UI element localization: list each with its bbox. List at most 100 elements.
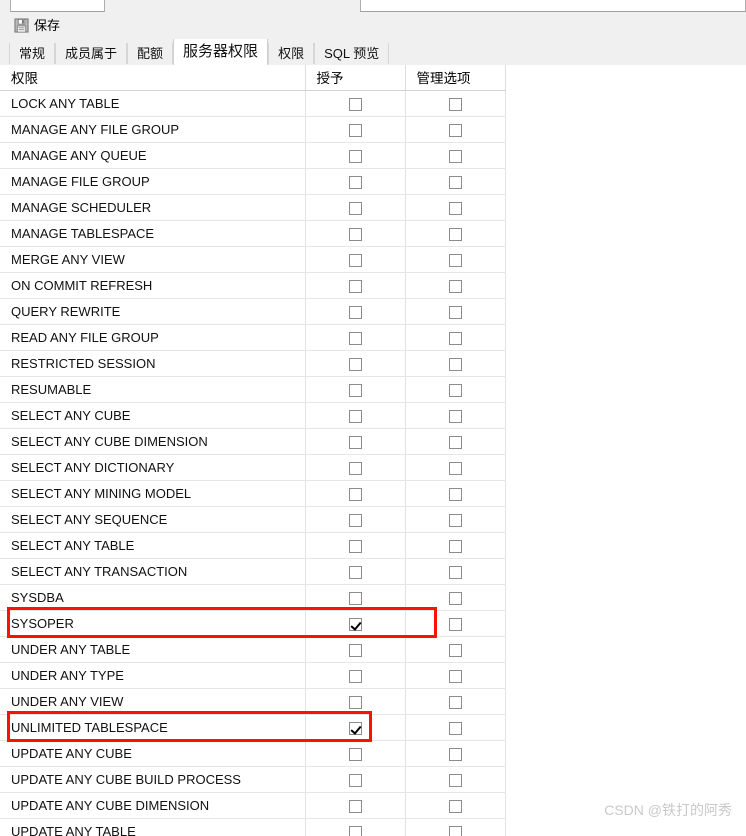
- grant-checkbox-cell[interactable]: [305, 506, 406, 533]
- grant-checkbox[interactable]: [348, 617, 362, 631]
- table-row[interactable]: MERGE ANY VIEW: [0, 246, 506, 273]
- tab-3[interactable]: 服务器权限: [173, 39, 269, 65]
- grant-checkbox[interactable]: [348, 643, 362, 657]
- admin-option-checkbox[interactable]: [448, 643, 462, 657]
- admin-option-checkbox-cell[interactable]: [405, 792, 506, 819]
- grant-checkbox-cell[interactable]: [305, 610, 406, 637]
- admin-option-checkbox-cell[interactable]: [405, 298, 506, 325]
- grant-checkbox-cell[interactable]: [305, 532, 406, 559]
- grant-checkbox[interactable]: [348, 409, 362, 423]
- grant-checkbox[interactable]: [348, 123, 362, 137]
- grant-checkbox[interactable]: [348, 721, 362, 735]
- grant-checkbox-cell[interactable]: [305, 688, 406, 715]
- grant-checkbox-cell[interactable]: [305, 428, 406, 455]
- admin-option-checkbox-cell[interactable]: [405, 116, 506, 143]
- grant-checkbox[interactable]: [348, 331, 362, 345]
- admin-option-checkbox-cell[interactable]: [405, 506, 506, 533]
- table-row[interactable]: UPDATE ANY CUBE DIMENSION: [0, 792, 506, 819]
- table-row[interactable]: MANAGE TABLESPACE: [0, 220, 506, 247]
- grant-checkbox[interactable]: [348, 461, 362, 475]
- tab-2[interactable]: 配额: [127, 43, 174, 65]
- table-row[interactable]: UNLIMITED TABLESPACE: [0, 714, 506, 741]
- grant-checkbox-cell[interactable]: [305, 818, 406, 836]
- grant-checkbox[interactable]: [348, 487, 362, 501]
- grant-checkbox-cell[interactable]: [305, 168, 406, 195]
- grant-checkbox[interactable]: [348, 201, 362, 215]
- admin-option-checkbox[interactable]: [448, 123, 462, 137]
- admin-option-checkbox[interactable]: [448, 773, 462, 787]
- admin-option-checkbox[interactable]: [448, 279, 462, 293]
- grant-checkbox[interactable]: [348, 383, 362, 397]
- grant-checkbox[interactable]: [348, 305, 362, 319]
- grant-checkbox-cell[interactable]: [305, 350, 406, 377]
- grant-checkbox-cell[interactable]: [305, 636, 406, 663]
- admin-option-checkbox[interactable]: [448, 149, 462, 163]
- table-row[interactable]: READ ANY FILE GROUP: [0, 324, 506, 351]
- admin-option-checkbox[interactable]: [448, 227, 462, 241]
- grant-checkbox-cell[interactable]: [305, 662, 406, 689]
- admin-option-checkbox[interactable]: [448, 669, 462, 683]
- grant-checkbox-cell[interactable]: [305, 116, 406, 143]
- admin-option-checkbox[interactable]: [448, 799, 462, 813]
- admin-option-checkbox[interactable]: [448, 591, 462, 605]
- admin-option-checkbox-cell[interactable]: [405, 688, 506, 715]
- tab-5[interactable]: SQL 预览: [314, 43, 390, 65]
- admin-option-checkbox[interactable]: [448, 747, 462, 761]
- admin-option-checkbox-cell[interactable]: [405, 168, 506, 195]
- admin-option-checkbox-cell[interactable]: [405, 142, 506, 169]
- grant-checkbox[interactable]: [348, 565, 362, 579]
- table-row[interactable]: SELECT ANY TABLE: [0, 532, 506, 559]
- grant-checkbox[interactable]: [348, 773, 362, 787]
- admin-option-checkbox[interactable]: [448, 357, 462, 371]
- table-row[interactable]: UPDATE ANY TABLE: [0, 818, 506, 836]
- admin-option-checkbox-cell[interactable]: [405, 376, 506, 403]
- table-row[interactable]: UNDER ANY TABLE: [0, 636, 506, 663]
- grant-checkbox-cell[interactable]: [305, 584, 406, 611]
- column-header-grant[interactable]: 授予: [305, 65, 406, 91]
- admin-option-checkbox-cell[interactable]: [405, 662, 506, 689]
- admin-option-checkbox-cell[interactable]: [405, 558, 506, 585]
- grant-checkbox-cell[interactable]: [305, 376, 406, 403]
- admin-option-checkbox[interactable]: [448, 331, 462, 345]
- grant-checkbox[interactable]: [348, 669, 362, 683]
- table-row[interactable]: MANAGE ANY QUEUE: [0, 142, 506, 169]
- admin-option-checkbox[interactable]: [448, 825, 462, 836]
- table-row[interactable]: SELECT ANY MINING MODEL: [0, 480, 506, 507]
- admin-option-checkbox[interactable]: [448, 435, 462, 449]
- table-row[interactable]: MANAGE SCHEDULER: [0, 194, 506, 221]
- admin-option-checkbox-cell[interactable]: [405, 818, 506, 836]
- grant-checkbox[interactable]: [348, 539, 362, 553]
- admin-option-checkbox[interactable]: [448, 97, 462, 111]
- table-row[interactable]: UNDER ANY VIEW: [0, 688, 506, 715]
- admin-option-checkbox-cell[interactable]: [405, 194, 506, 221]
- admin-option-checkbox[interactable]: [448, 201, 462, 215]
- table-row[interactable]: UNDER ANY TYPE: [0, 662, 506, 689]
- table-row[interactable]: LOCK ANY TABLE: [0, 90, 506, 117]
- table-row[interactable]: SELECT ANY CUBE DIMENSION: [0, 428, 506, 455]
- grant-checkbox[interactable]: [348, 513, 362, 527]
- table-row[interactable]: SELECT ANY DICTIONARY: [0, 454, 506, 481]
- grant-checkbox-cell[interactable]: [305, 142, 406, 169]
- admin-option-checkbox[interactable]: [448, 721, 462, 735]
- admin-option-checkbox-cell[interactable]: [405, 90, 506, 117]
- admin-option-checkbox[interactable]: [448, 695, 462, 709]
- grant-checkbox[interactable]: [348, 149, 362, 163]
- grant-checkbox-cell[interactable]: [305, 792, 406, 819]
- grant-checkbox[interactable]: [348, 97, 362, 111]
- grant-checkbox-cell[interactable]: [305, 402, 406, 429]
- tab-4[interactable]: 权限: [268, 43, 315, 65]
- grant-checkbox-cell[interactable]: [305, 298, 406, 325]
- admin-option-checkbox-cell[interactable]: [405, 220, 506, 247]
- admin-option-checkbox-cell[interactable]: [405, 272, 506, 299]
- admin-option-checkbox-cell[interactable]: [405, 532, 506, 559]
- table-row[interactable]: ON COMMIT REFRESH: [0, 272, 506, 299]
- table-row[interactable]: SYSOPER: [0, 610, 506, 637]
- tab-1[interactable]: 成员属于: [55, 43, 128, 65]
- grant-checkbox[interactable]: [348, 747, 362, 761]
- admin-option-checkbox-cell[interactable]: [405, 714, 506, 741]
- table-row[interactable]: SELECT ANY SEQUENCE: [0, 506, 506, 533]
- grant-checkbox[interactable]: [348, 591, 362, 605]
- admin-option-checkbox-cell[interactable]: [405, 766, 506, 793]
- admin-option-checkbox[interactable]: [448, 175, 462, 189]
- admin-option-checkbox-cell[interactable]: [405, 454, 506, 481]
